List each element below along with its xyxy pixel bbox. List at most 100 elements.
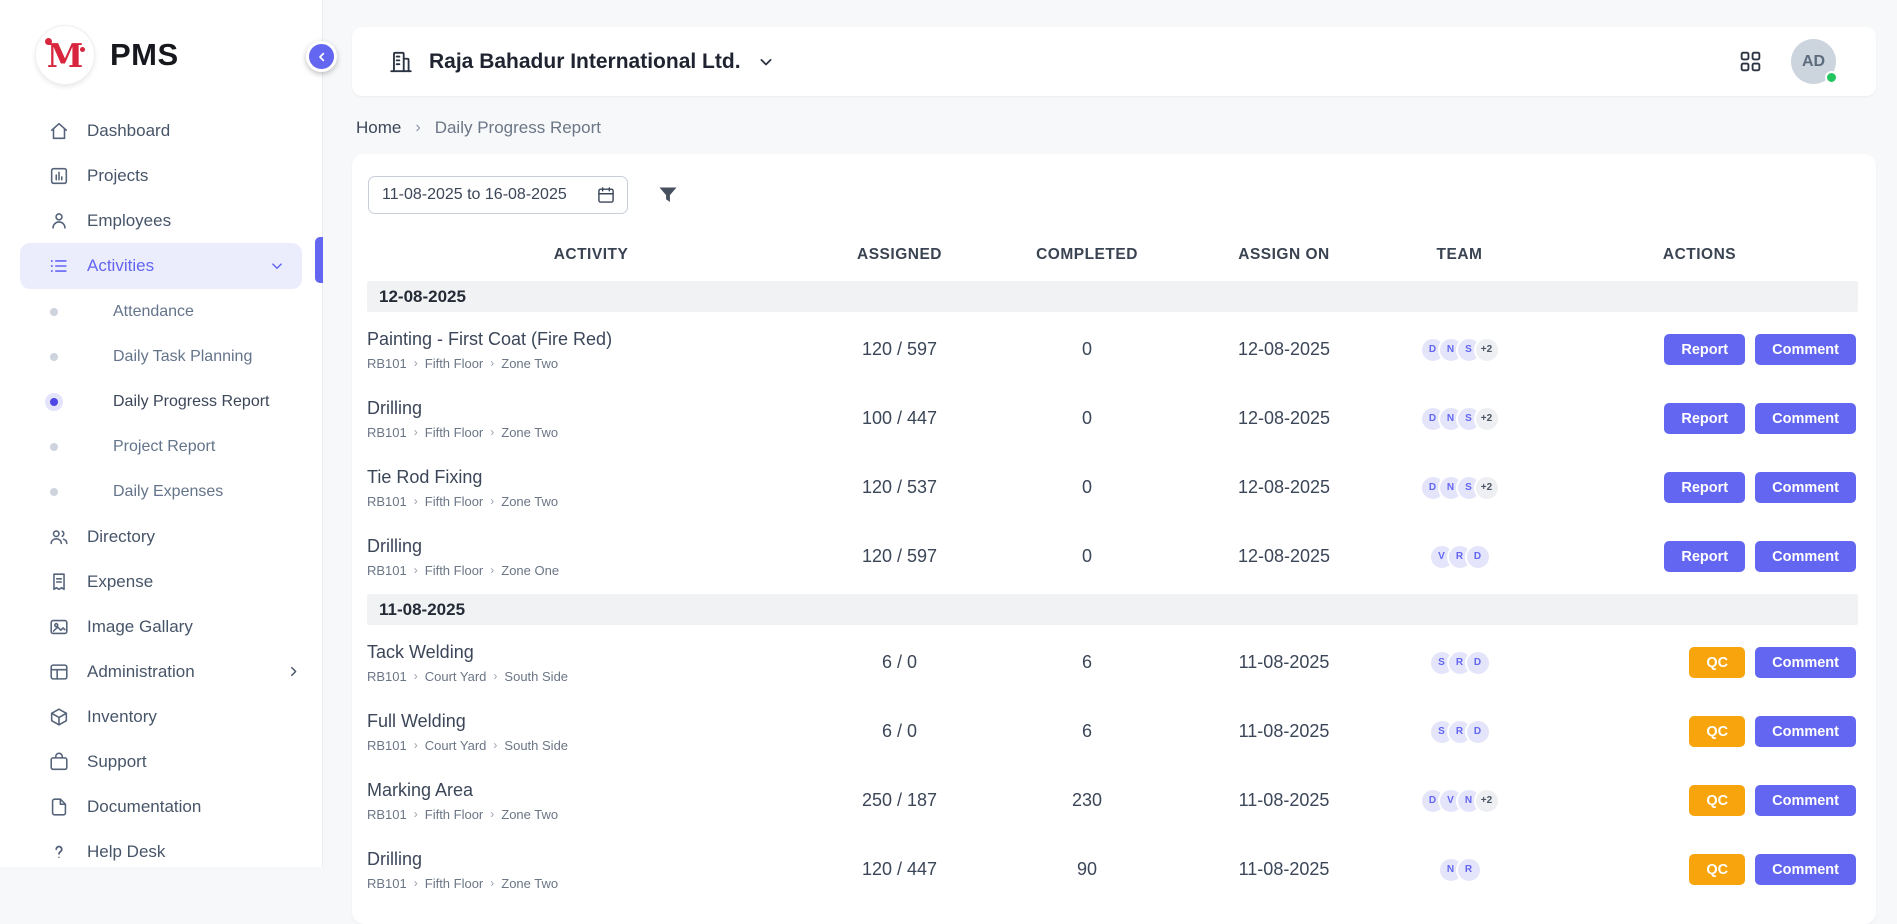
path-segment: Fifth Floor bbox=[425, 425, 484, 440]
table-row: Tie Rod Fixing RB101› Fifth Floor› Zone … bbox=[367, 453, 1858, 522]
sidebar-item-image-gallery[interactable]: Image Gallary bbox=[0, 604, 322, 649]
qc-button[interactable]: QC bbox=[1689, 647, 1745, 678]
activity-location-path: RB101› Fifth Floor› Zone Two bbox=[367, 356, 815, 371]
breadcrumb-current: Daily Progress Report bbox=[435, 118, 601, 138]
sidebar-item-support[interactable]: Support bbox=[0, 739, 322, 784]
table-row: Drilling RB101› Fifth Floor› Zone Two 12… bbox=[367, 835, 1858, 904]
logo-letter: M bbox=[47, 36, 84, 75]
filter-funnel-icon[interactable] bbox=[656, 183, 680, 207]
sidebar-subitem-label: Attendance bbox=[113, 303, 194, 321]
sidebar-subitem-daily-expenses[interactable]: Daily Expenses bbox=[0, 469, 322, 514]
sidebar-item-label: Expense bbox=[87, 572, 153, 592]
comment-button[interactable]: Comment bbox=[1755, 541, 1856, 572]
report-button[interactable]: Report bbox=[1664, 472, 1745, 503]
comment-button[interactable]: Comment bbox=[1755, 647, 1856, 678]
chevron-right-icon: › bbox=[414, 425, 418, 439]
apps-grid-icon[interactable] bbox=[1738, 49, 1763, 74]
comment-button[interactable]: Comment bbox=[1755, 334, 1856, 365]
report-button[interactable]: Report bbox=[1664, 403, 1745, 434]
report-button[interactable]: Report bbox=[1664, 334, 1745, 365]
comment-button[interactable]: Comment bbox=[1755, 854, 1856, 885]
sidebar-item-inventory[interactable]: Inventory bbox=[0, 694, 322, 739]
sidebar-subitem-daily-task-planning[interactable]: Daily Task Planning bbox=[0, 334, 322, 379]
team-avatar[interactable]: D bbox=[1465, 544, 1491, 570]
sidebar-item-dashboard[interactable]: Dashboard bbox=[0, 108, 322, 153]
path-segment: Zone Two bbox=[501, 494, 558, 509]
breadcrumb-home[interactable]: Home bbox=[356, 118, 401, 138]
breadcrumb: Home › Daily Progress Report bbox=[356, 118, 1876, 138]
assigned-value: 250 / 187 bbox=[815, 790, 984, 811]
team-avatar[interactable]: R bbox=[1456, 857, 1482, 883]
chevron-right-icon: › bbox=[414, 738, 418, 752]
qc-button[interactable]: QC bbox=[1689, 854, 1745, 885]
question-icon bbox=[48, 841, 70, 863]
list-icon bbox=[48, 255, 70, 277]
column-header-completed: COMPLETED bbox=[984, 246, 1190, 264]
chevron-right-icon: › bbox=[415, 119, 420, 137]
team-avatar-overflow[interactable]: +2 bbox=[1474, 337, 1500, 363]
sidebar-item-activities[interactable]: Activities bbox=[20, 243, 302, 289]
path-segment: Fifth Floor bbox=[425, 563, 484, 578]
team-avatar-overflow[interactable]: +2 bbox=[1474, 406, 1500, 432]
comment-button[interactable]: Comment bbox=[1755, 785, 1856, 816]
date-range-value: 11-08-2025 to 16-08-2025 bbox=[382, 186, 567, 204]
comment-button[interactable]: Comment bbox=[1755, 472, 1856, 503]
sidebar-item-employees[interactable]: Employees bbox=[0, 198, 322, 243]
assigned-value: 100 / 447 bbox=[815, 408, 984, 429]
sidebar-item-label: Activities bbox=[87, 256, 154, 276]
chevron-right-icon: › bbox=[414, 876, 418, 890]
image-icon bbox=[48, 616, 70, 638]
comment-button[interactable]: Comment bbox=[1755, 716, 1856, 747]
person-icon bbox=[48, 210, 70, 232]
activity-location-path: RB101› Fifth Floor› Zone One bbox=[367, 563, 815, 578]
team-avatar-overflow[interactable]: +2 bbox=[1474, 788, 1500, 814]
table-row: Drilling RB101› Fifth Floor› Zone One 12… bbox=[367, 522, 1858, 591]
qc-button[interactable]: QC bbox=[1689, 785, 1745, 816]
sidebar-item-label: Dashboard bbox=[87, 121, 170, 141]
company-name: Raja Bahadur International Ltd. bbox=[429, 50, 741, 74]
sidebar-item-administration[interactable]: Administration bbox=[0, 649, 322, 694]
qc-button[interactable]: QC bbox=[1689, 716, 1745, 747]
app-logo: M PMS bbox=[0, 0, 322, 92]
activity-name: Marking Area bbox=[367, 780, 815, 801]
bullet-icon bbox=[50, 308, 58, 316]
table-row: Full Welding RB101› Court Yard› South Si… bbox=[367, 697, 1858, 766]
group-date: 11-08-2025 bbox=[379, 600, 465, 620]
team-avatars: D N S +2 bbox=[1378, 475, 1541, 501]
comment-button[interactable]: Comment bbox=[1755, 403, 1856, 434]
receipt-icon bbox=[48, 571, 70, 593]
date-range-input[interactable]: 11-08-2025 to 16-08-2025 bbox=[368, 176, 628, 214]
sidebar-item-projects[interactable]: Projects bbox=[0, 153, 322, 198]
sidebar-collapse-button[interactable] bbox=[306, 41, 337, 72]
path-segment: South Side bbox=[504, 669, 568, 684]
path-segment: Zone Two bbox=[501, 807, 558, 822]
path-segment: RB101 bbox=[367, 563, 407, 578]
team-avatar[interactable]: D bbox=[1465, 650, 1491, 676]
path-segment: Fifth Floor bbox=[425, 807, 484, 822]
box-icon bbox=[48, 706, 70, 728]
report-button[interactable]: Report bbox=[1664, 541, 1745, 572]
activity-location-path: RB101› Court Yard› South Side bbox=[367, 669, 815, 684]
path-segment: Zone Two bbox=[501, 425, 558, 440]
sidebar-item-label: Documentation bbox=[87, 797, 201, 817]
sidebar-item-documentation[interactable]: Documentation bbox=[0, 784, 322, 829]
team-avatars: N R bbox=[1378, 857, 1541, 883]
activity-name: Drilling bbox=[367, 398, 815, 419]
sidebar-item-expense[interactable]: Expense bbox=[0, 559, 322, 604]
sidebar-subitem-daily-progress-report[interactable]: Daily Progress Report bbox=[0, 379, 322, 424]
user-avatar[interactable]: AD bbox=[1791, 39, 1836, 84]
team-avatars: V R D bbox=[1378, 544, 1541, 570]
column-header-activity: ACTIVITY bbox=[367, 246, 815, 264]
activity-location-path: RB101› Court Yard› South Side bbox=[367, 738, 815, 753]
team-avatar[interactable]: D bbox=[1465, 719, 1491, 745]
completed-value: 230 bbox=[984, 790, 1190, 811]
team-avatar-overflow[interactable]: +2 bbox=[1474, 475, 1500, 501]
top-header-bar: Raja Bahadur International Ltd. AD bbox=[352, 27, 1876, 96]
bullet-icon bbox=[50, 398, 58, 406]
completed-value: 90 bbox=[984, 859, 1190, 880]
logo-dot-icon bbox=[80, 47, 85, 52]
company-selector[interactable]: Raja Bahadur International Ltd. bbox=[388, 49, 776, 75]
sidebar-subitem-project-report[interactable]: Project Report bbox=[0, 424, 322, 469]
sidebar-item-directory[interactable]: Directory bbox=[0, 514, 322, 559]
sidebar-subitem-attendance[interactable]: Attendance bbox=[0, 289, 322, 334]
